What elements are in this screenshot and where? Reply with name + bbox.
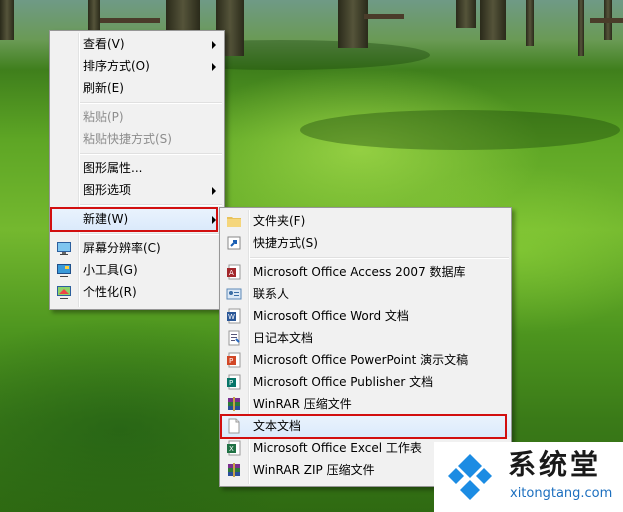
new-winrar-archive-item[interactable]: WinRAR 压缩文件 [220,393,511,415]
menu-separator [220,254,511,261]
excel-icon: X [227,440,241,456]
folder-icon [227,217,241,227]
menu-item-label: Microsoft Office Excel 工作表 [253,441,422,455]
desktop-context-menu: 查看(V) 排序方式(O) 刷新(E) 粘贴(P) 粘贴快捷方式(S) 图形属性… [49,30,225,310]
monitor-icon [57,242,71,255]
new-access-database-item[interactable]: A Microsoft Office Access 2007 数据库 [220,261,511,283]
text-document-highlight-box [220,414,507,439]
new-word-document-item[interactable]: W Microsoft Office Word 文档 [220,305,511,327]
menu-separator [50,99,224,106]
svg-text:P: P [229,357,233,365]
word-icon: W [227,308,241,324]
winrar-zip-icon [228,463,240,477]
menu-item-label: 快捷方式(S) [253,236,318,250]
menu-item-label: 粘贴(P) [83,110,124,124]
new-item-highlight-box [50,207,218,232]
menu-item-label: Microsoft Office PowerPoint 演示文稿 [253,353,469,367]
svg-text:W: W [228,313,235,321]
new-folder-item[interactable]: 文件夹(F) [220,210,511,232]
contact-icon [226,288,242,300]
menu-item-label: Microsoft Office Access 2007 数据库 [253,265,466,279]
powerpoint-icon: P [227,352,241,368]
menu-item-personalize[interactable]: 个性化(R) [50,281,224,303]
menu-item-label: 刷新(E) [83,81,124,95]
menu-item-sort-by[interactable]: 排序方式(O) [50,55,224,77]
menu-item-screen-resolution[interactable]: 屏幕分辨率(C) [50,237,224,259]
menu-item-graphics-options[interactable]: 图形选项 [50,179,224,201]
menu-item-paste-shortcut: 粘贴快捷方式(S) [50,128,224,150]
menu-item-graphics-properties[interactable]: 图形属性... [50,157,224,179]
menu-item-label: WinRAR 压缩文件 [253,397,352,411]
menu-item-label: Microsoft Office Word 文档 [253,309,409,323]
menu-item-label: 小工具(G) [83,263,138,277]
submenu-arrow-icon [212,187,216,195]
publisher-icon: P [227,374,241,390]
submenu-arrow-icon [212,63,216,71]
menu-item-label: 图形选项 [83,183,132,197]
menu-item-label: 文件夹(F) [253,214,306,228]
menu-item-label: Microsoft Office Publisher 文档 [253,375,434,389]
menu-item-label: WinRAR ZIP 压缩文件 [253,463,375,477]
menu-item-label: 联系人 [253,287,290,301]
menu-item-paste: 粘贴(P) [50,106,224,128]
new-powerpoint-item[interactable]: P Microsoft Office PowerPoint 演示文稿 [220,349,511,371]
menu-item-view[interactable]: 查看(V) [50,33,224,55]
new-publisher-item[interactable]: P Microsoft Office Publisher 文档 [220,371,511,393]
journal-icon [228,330,240,346]
access-icon: A [227,264,241,280]
windows-logo-icon [446,452,494,500]
submenu-arrow-icon [212,41,216,49]
new-contact-item[interactable]: 联系人 [220,283,511,305]
menu-item-label: 日记本文档 [253,331,314,345]
menu-separator [50,150,224,157]
menu-item-label: 粘贴快捷方式(S) [83,132,172,146]
watermark-url: xitongtang.com [510,486,613,501]
watermark-name: 系统堂 [508,448,602,481]
menu-item-gadgets[interactable]: 小工具(G) [50,259,224,281]
svg-text:X: X [229,445,234,453]
site-watermark: 系统堂 xitongtang.com [434,442,623,512]
svg-text:P: P [229,379,233,387]
new-shortcut-item[interactable]: 快捷方式(S) [220,232,511,254]
menu-item-label: 屏幕分辨率(C) [83,241,161,255]
personalize-icon [57,286,71,299]
new-journal-document-item[interactable]: 日记本文档 [220,327,511,349]
menu-item-label: 个性化(R) [83,285,137,299]
gadgets-icon [57,264,71,277]
menu-item-refresh[interactable]: 刷新(E) [50,77,224,99]
menu-item-label: 图形属性... [83,161,143,175]
shortcut-icon [227,236,241,250]
menu-item-label: 查看(V) [83,37,125,51]
menu-item-label: 排序方式(O) [83,59,150,73]
svg-text:A: A [229,269,234,277]
winrar-icon [228,397,240,411]
